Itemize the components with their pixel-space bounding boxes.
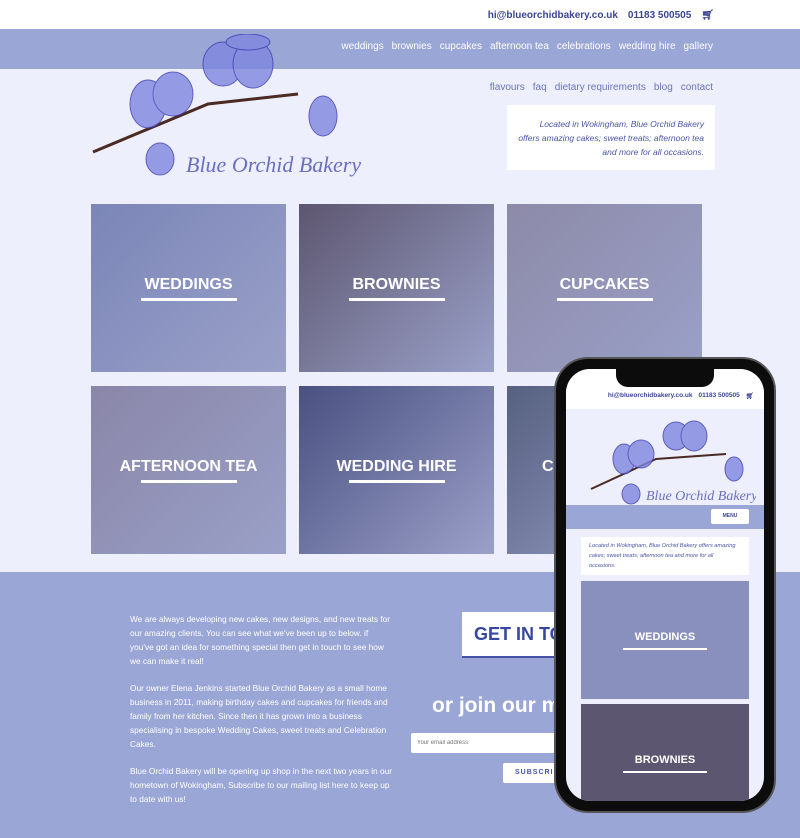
underline [348, 298, 445, 301]
tile-cupcakes[interactable]: CUPCAKES [507, 204, 702, 372]
tile-weddings[interactable]: WEDDINGS [91, 204, 286, 372]
underline [348, 480, 445, 483]
nav-item-contact[interactable]: contact [681, 82, 713, 93]
underline [556, 298, 653, 301]
cart-icon[interactable]: 🛒︎ [701, 10, 714, 21]
nav-item-flavours[interactable]: flavours [490, 82, 525, 93]
phone-mockup: hi@blueorchidbakery.co.uk 01183 500505 🛒… [554, 357, 776, 813]
mobile-phone[interactable]: 01183 500505 [699, 392, 740, 400]
logo[interactable]: Blue Orchid Bakery [88, 34, 363, 189]
nav-item-dietary-requirements[interactable]: dietary requirements [555, 82, 646, 93]
mobile-logo: Blue Orchid Bakery [590, 420, 756, 505]
nav-item-cupcakes[interactable]: cupcakes [440, 41, 482, 52]
intro-text: Located in Wokingham, Blue Orchid Bakery… [507, 105, 715, 170]
tile-afternoon-tea[interactable]: AFTERNOON TEA [91, 386, 286, 554]
nav-item-afternoon-tea[interactable]: afternoon tea [490, 41, 549, 52]
tile-brownies[interactable]: BROWNIES [299, 204, 494, 372]
cart-icon[interactable]: 🛒︎ [746, 392, 754, 400]
tile-wedding-hire[interactable]: WEDDING HIRE [299, 386, 494, 554]
about-text: We are always developing new cakes, new … [130, 614, 392, 804]
email-input[interactable] [411, 733, 571, 753]
svg-text:Blue Orchid Bakery: Blue Orchid Bakery [186, 152, 361, 177]
nav-item-gallery[interactable]: gallery [684, 41, 713, 52]
secondary-nav: flavours faq dietary requirements blog conta… [490, 82, 713, 93]
email-link[interactable]: hi@blueorchidbakery.co.uk [488, 10, 618, 21]
nav-item-brownies[interactable]: brownies [392, 41, 432, 52]
mobile-intro: Located in Wokingham, Blue Orchid Bakery… [581, 537, 749, 575]
nav-item-celebrations[interactable]: celebrations [557, 41, 611, 52]
underline [140, 298, 237, 301]
underline [140, 480, 237, 483]
svg-text:Blue Orchid Bakery: Blue Orchid Bakery [646, 489, 756, 504]
top-bar: hi@blueorchidbakery.co.uk 01183 500505 🛒… [0, 0, 800, 29]
nav-item-faq[interactable]: faq [533, 82, 547, 93]
menu-button[interactable]: MENU [711, 509, 749, 524]
nav-item-wedding-hire[interactable]: wedding hire [619, 41, 676, 52]
phone-link[interactable]: 01183 500505 [628, 10, 691, 21]
nav-item-blog[interactable]: blog [654, 82, 673, 93]
mobile-tile-brownies[interactable]: BROWNIES [581, 704, 749, 801]
mobile-tile-weddings[interactable]: WEDDINGS [581, 581, 749, 699]
mobile-email[interactable]: hi@blueorchidbakery.co.uk [608, 392, 693, 400]
